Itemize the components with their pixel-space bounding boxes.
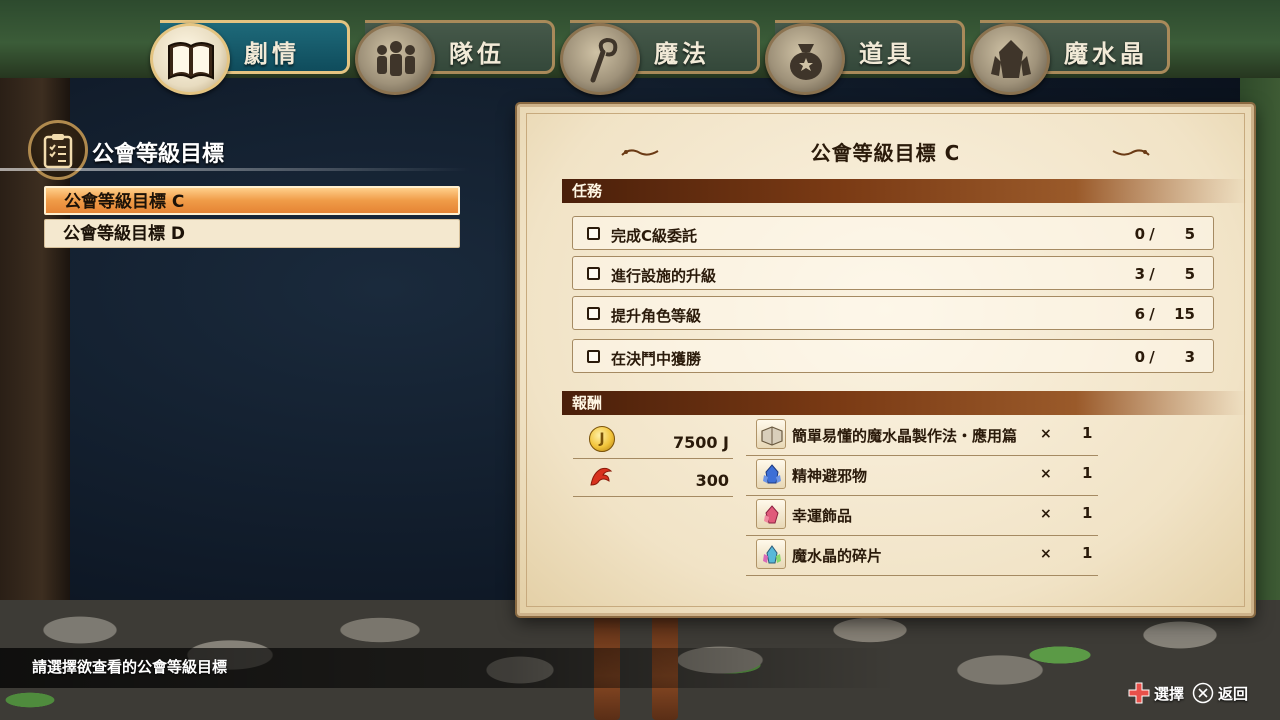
- checkbox-icon: [587, 227, 600, 240]
- reward-item-name: 魔水晶的碎片: [792, 547, 883, 565]
- detail-panel: 公會等級目標 C 任務 完成C級委託 0/5 進行設施的升級 3/5 提升角色等…: [517, 104, 1254, 616]
- rewards-section-header: 報酬: [562, 391, 1247, 415]
- lacrima-crystal-icon: [970, 23, 1050, 95]
- task-row: 進行設施的升級 3/5: [572, 256, 1214, 290]
- reward-item-name: 幸運飾品: [792, 507, 853, 525]
- reward-item-row: 精神避邪物 × 1: [746, 456, 1098, 496]
- task-progress: 3/5: [1134, 265, 1195, 283]
- reward-item-qty: 1: [1082, 544, 1093, 562]
- reward-item-qty: 1: [1082, 424, 1093, 442]
- cross-button-icon: [1192, 682, 1214, 704]
- list-item-guild-rank-d[interactable]: 公會等級目標 D: [44, 219, 460, 248]
- tab-magic[interactable]: 魔法: [560, 20, 760, 95]
- hint-text: 請選擇欲查看的公會等級目標: [32, 658, 228, 676]
- select-label: 選擇: [1154, 685, 1185, 703]
- reward-amount: 7500 J: [672, 433, 729, 452]
- fairy-tail-emblem-icon: [590, 467, 613, 486]
- left-panel-title: 公會等級目標: [92, 142, 225, 167]
- reward-item-name: 精神避邪物: [792, 467, 868, 485]
- task-row: 提升角色等級 6/15: [572, 296, 1214, 330]
- task-progress: 0/3: [1134, 348, 1195, 366]
- reward-item-qty: 1: [1082, 464, 1093, 482]
- reward-item-row: 簡單易懂的魔水晶製作法・應用篇 × 1: [746, 416, 1098, 456]
- tab-lacrima[interactable]: 魔水晶: [970, 20, 1170, 95]
- task-progress: 6/15: [1134, 305, 1195, 323]
- tasks-section-header: 任務: [562, 179, 1247, 203]
- tab-magic-label: 魔法: [654, 40, 710, 68]
- top-tab-bar: 劇情 隊伍 魔法 道具 魔水晶: [130, 6, 1180, 95]
- tab-story-label: 劇情: [244, 40, 300, 68]
- select-button-prompt[interactable]: 選擇: [1128, 682, 1198, 704]
- book-icon: [150, 23, 230, 95]
- rainbow-crystal-icon: [756, 539, 786, 569]
- tab-lacrima-label: 魔水晶: [1064, 40, 1148, 68]
- task-label: 進行設施的升級: [611, 267, 717, 285]
- left-panel-divider: [0, 168, 470, 171]
- clipboard-icon: [28, 120, 88, 180]
- book-icon: [756, 419, 786, 449]
- task-label: 完成C級委託: [611, 227, 698, 245]
- reward-amount: 300: [695, 471, 729, 490]
- task-label: 提升角色等級: [611, 307, 702, 325]
- task-row: 在決鬥中獲勝 0/3: [572, 339, 1214, 373]
- reward-currency-jewel: J 7500 J: [573, 421, 733, 459]
- item-bag-icon: [765, 23, 845, 95]
- tab-story[interactable]: 劇情: [150, 20, 350, 95]
- reward-item-row: 幸運飾品 × 1: [746, 496, 1098, 536]
- reward-guild-points: 300: [573, 459, 733, 497]
- task-row: 完成C級委託 0/5: [572, 216, 1214, 250]
- dpad-icon: [1128, 682, 1150, 704]
- checkbox-icon: [587, 307, 600, 320]
- jewel-coin-icon: J: [589, 426, 615, 452]
- magic-staff-icon: [560, 23, 640, 95]
- tab-items[interactable]: 道具: [765, 20, 965, 95]
- flourish-right-icon: [1112, 149, 1150, 156]
- back-button-prompt[interactable]: 返回: [1192, 682, 1262, 704]
- reward-item-qty: 1: [1082, 504, 1093, 522]
- task-label: 在決鬥中獲勝: [611, 350, 702, 368]
- back-label: 返回: [1218, 685, 1249, 703]
- list-item-guild-rank-c[interactable]: 公會等級目標 C: [44, 186, 460, 215]
- party-icon: [355, 23, 435, 95]
- reward-item-name: 簡單易懂的魔水晶製作法・應用篇: [792, 427, 1018, 445]
- tab-party[interactable]: 隊伍: [355, 20, 555, 95]
- tab-items-label: 道具: [859, 40, 915, 68]
- blue-crystal-icon: [756, 459, 786, 489]
- task-progress: 0/5: [1134, 225, 1195, 243]
- tab-party-label: 隊伍: [449, 40, 505, 68]
- checkbox-icon: [587, 267, 600, 280]
- pink-crystal-icon: [756, 499, 786, 529]
- reward-item-row: 魔水晶的碎片 × 1: [746, 536, 1098, 576]
- checkbox-icon: [587, 350, 600, 363]
